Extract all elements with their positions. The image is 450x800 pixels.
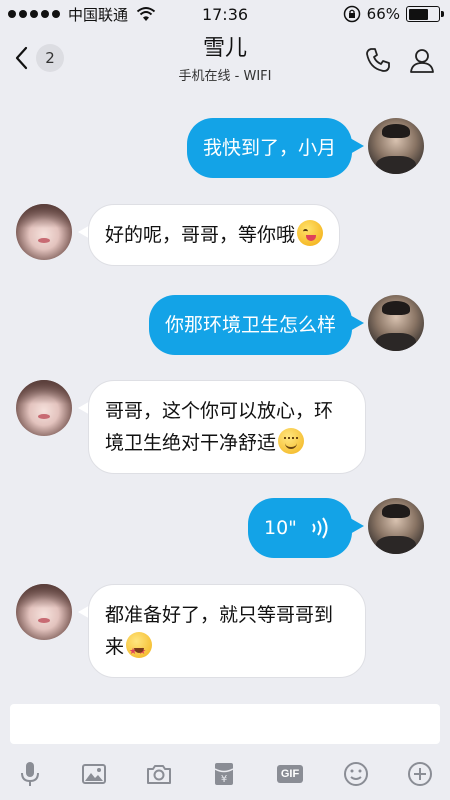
gif-icon: GIF: [276, 765, 304, 783]
voice-duration: 10": [264, 517, 297, 539]
bubble-tail: [350, 518, 364, 534]
input-bar: ¥ GIF: [0, 692, 450, 800]
contact-avatar[interactable]: [16, 380, 72, 436]
svg-text:¥: ¥: [221, 774, 227, 785]
microphone-button[interactable]: [10, 754, 50, 794]
wifi-icon: [136, 7, 156, 21]
chat-header: 2 雪儿 手机在线 - WIFI: [0, 28, 450, 92]
image-icon: [82, 764, 106, 784]
signal-strength-icon: [8, 10, 60, 18]
voice-waves-icon: [312, 517, 328, 539]
message-text: 我快到了，小月: [202, 137, 336, 159]
contact-avatar[interactable]: [16, 584, 72, 640]
bubble-tail: [350, 315, 364, 331]
contact-avatar[interactable]: [16, 204, 72, 260]
plus-button[interactable]: [400, 754, 440, 794]
red-packet-icon: ¥: [214, 763, 234, 785]
my-avatar[interactable]: [368, 498, 424, 554]
battery-percent: 66%: [366, 5, 400, 23]
message-text-line: 境卫生绝对干净舒适: [105, 432, 277, 454]
emoji-icon: [344, 762, 368, 786]
plus-icon: [408, 762, 432, 786]
carrier-name: 中国联通: [68, 5, 129, 24]
profile-icon[interactable]: [408, 46, 436, 74]
message-bubble[interactable]: 好的呢，哥哥，等你哦: [88, 204, 341, 266]
message-text: 好的呢，哥哥，等你哦: [105, 224, 296, 246]
star-eyes-emoji-icon: [126, 632, 153, 668]
image-button[interactable]: [74, 754, 114, 794]
camera-icon: [147, 765, 171, 784]
red-packet-button[interactable]: ¥: [204, 754, 244, 794]
message-bubble[interactable]: 你那环境卫生怎么样: [148, 295, 352, 355]
phone-icon[interactable]: [364, 46, 392, 74]
battery-icon: [406, 6, 444, 22]
microphone-icon: [21, 762, 39, 786]
message-text: 你那环境卫生怎么样: [164, 314, 336, 336]
message-text-line: 哥哥，这个你可以放心，环: [105, 400, 334, 422]
battery-level-fill: [408, 8, 428, 20]
message-text-line: 都准备好了，就只等哥哥到: [105, 604, 334, 626]
rotation-lock-icon: [343, 5, 360, 23]
smile-emoji-icon: [278, 428, 305, 454]
message-text-line: 来: [105, 636, 125, 658]
emoji-button[interactable]: [336, 754, 376, 794]
my-avatar[interactable]: [368, 118, 424, 174]
message-bubble[interactable]: 哥哥，这个你可以放心，环 境卫生绝对干净舒适: [88, 380, 366, 474]
camera-button[interactable]: [139, 754, 179, 794]
my-avatar[interactable]: [368, 295, 424, 351]
message-bubble[interactable]: 都准备好了，就只等哥哥到 来: [88, 584, 366, 678]
voice-message-bubble[interactable]: 10": [248, 498, 352, 558]
status-bar: 中国联通 17:36 66%: [0, 0, 450, 28]
message-input[interactable]: [10, 704, 440, 744]
clock: 17:36: [201, 4, 249, 24]
wink-tongue-emoji-icon: [297, 220, 324, 246]
input-toolbar: ¥ GIF: [0, 754, 450, 794]
bubble-tail: [350, 138, 364, 154]
message-list[interactable]: 我快到了，小月 好的呢，哥哥，等你哦 你那环境卫生怎么样 哥哥，这个你可以放心，…: [0, 92, 450, 692]
message-bubble[interactable]: 我快到了，小月: [186, 118, 352, 178]
gif-button[interactable]: GIF: [270, 754, 310, 794]
